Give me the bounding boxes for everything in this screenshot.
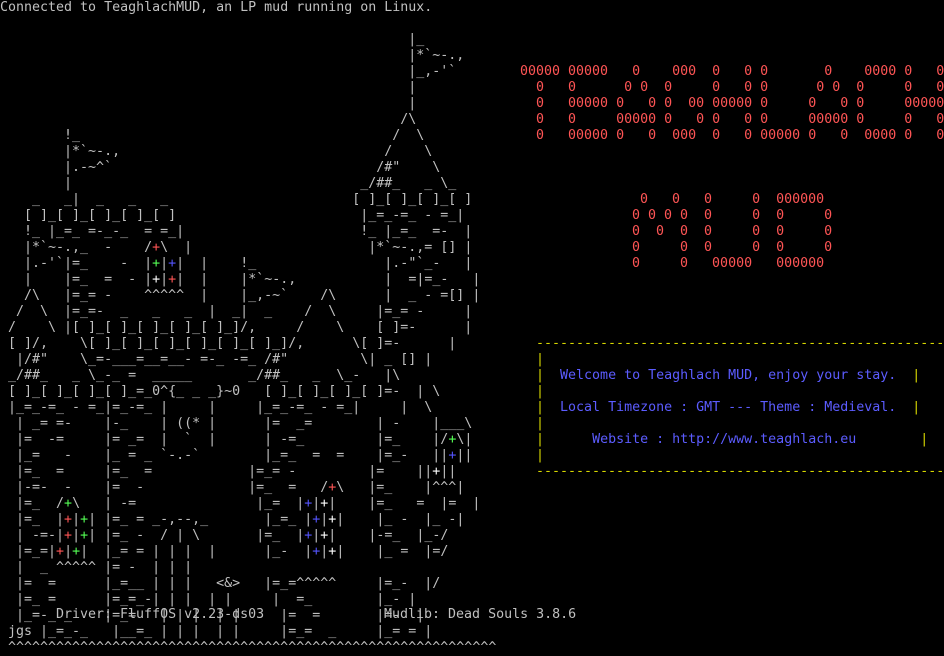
welcome-box: ----------------------------------------… [536, 336, 944, 479]
website-line: Website : http://www.teaghlach.eu [592, 432, 857, 447]
timezone-line: Local Timezone : GMT --- Theme : Medieva… [560, 400, 897, 415]
connect-message: Connected to TeaghlachMUD, an LP mud run… [0, 0, 433, 15]
mudlib-info: Mudlib: Dead Souls 3.8.6 [384, 607, 577, 622]
mud-banner: 0 0 0 0 000000 0 0 0 0 0 0 0 0 0 0 0 0 0… [632, 192, 833, 271]
teaghlach-banner: 00000 00000 0 000 0 0 0 0 0000 0 0 0 0 0… [520, 64, 944, 143]
castle-ascii-art: |_ |*`~-., |_,-'` | | /\ !_ / \ |*`~-., … [8, 32, 497, 655]
driver-info: Driver: FluffOS v2.23-ds03 [56, 607, 265, 622]
welcome-line: Welcome to Teaghlach MUD, enjoy your sta… [560, 368, 897, 383]
